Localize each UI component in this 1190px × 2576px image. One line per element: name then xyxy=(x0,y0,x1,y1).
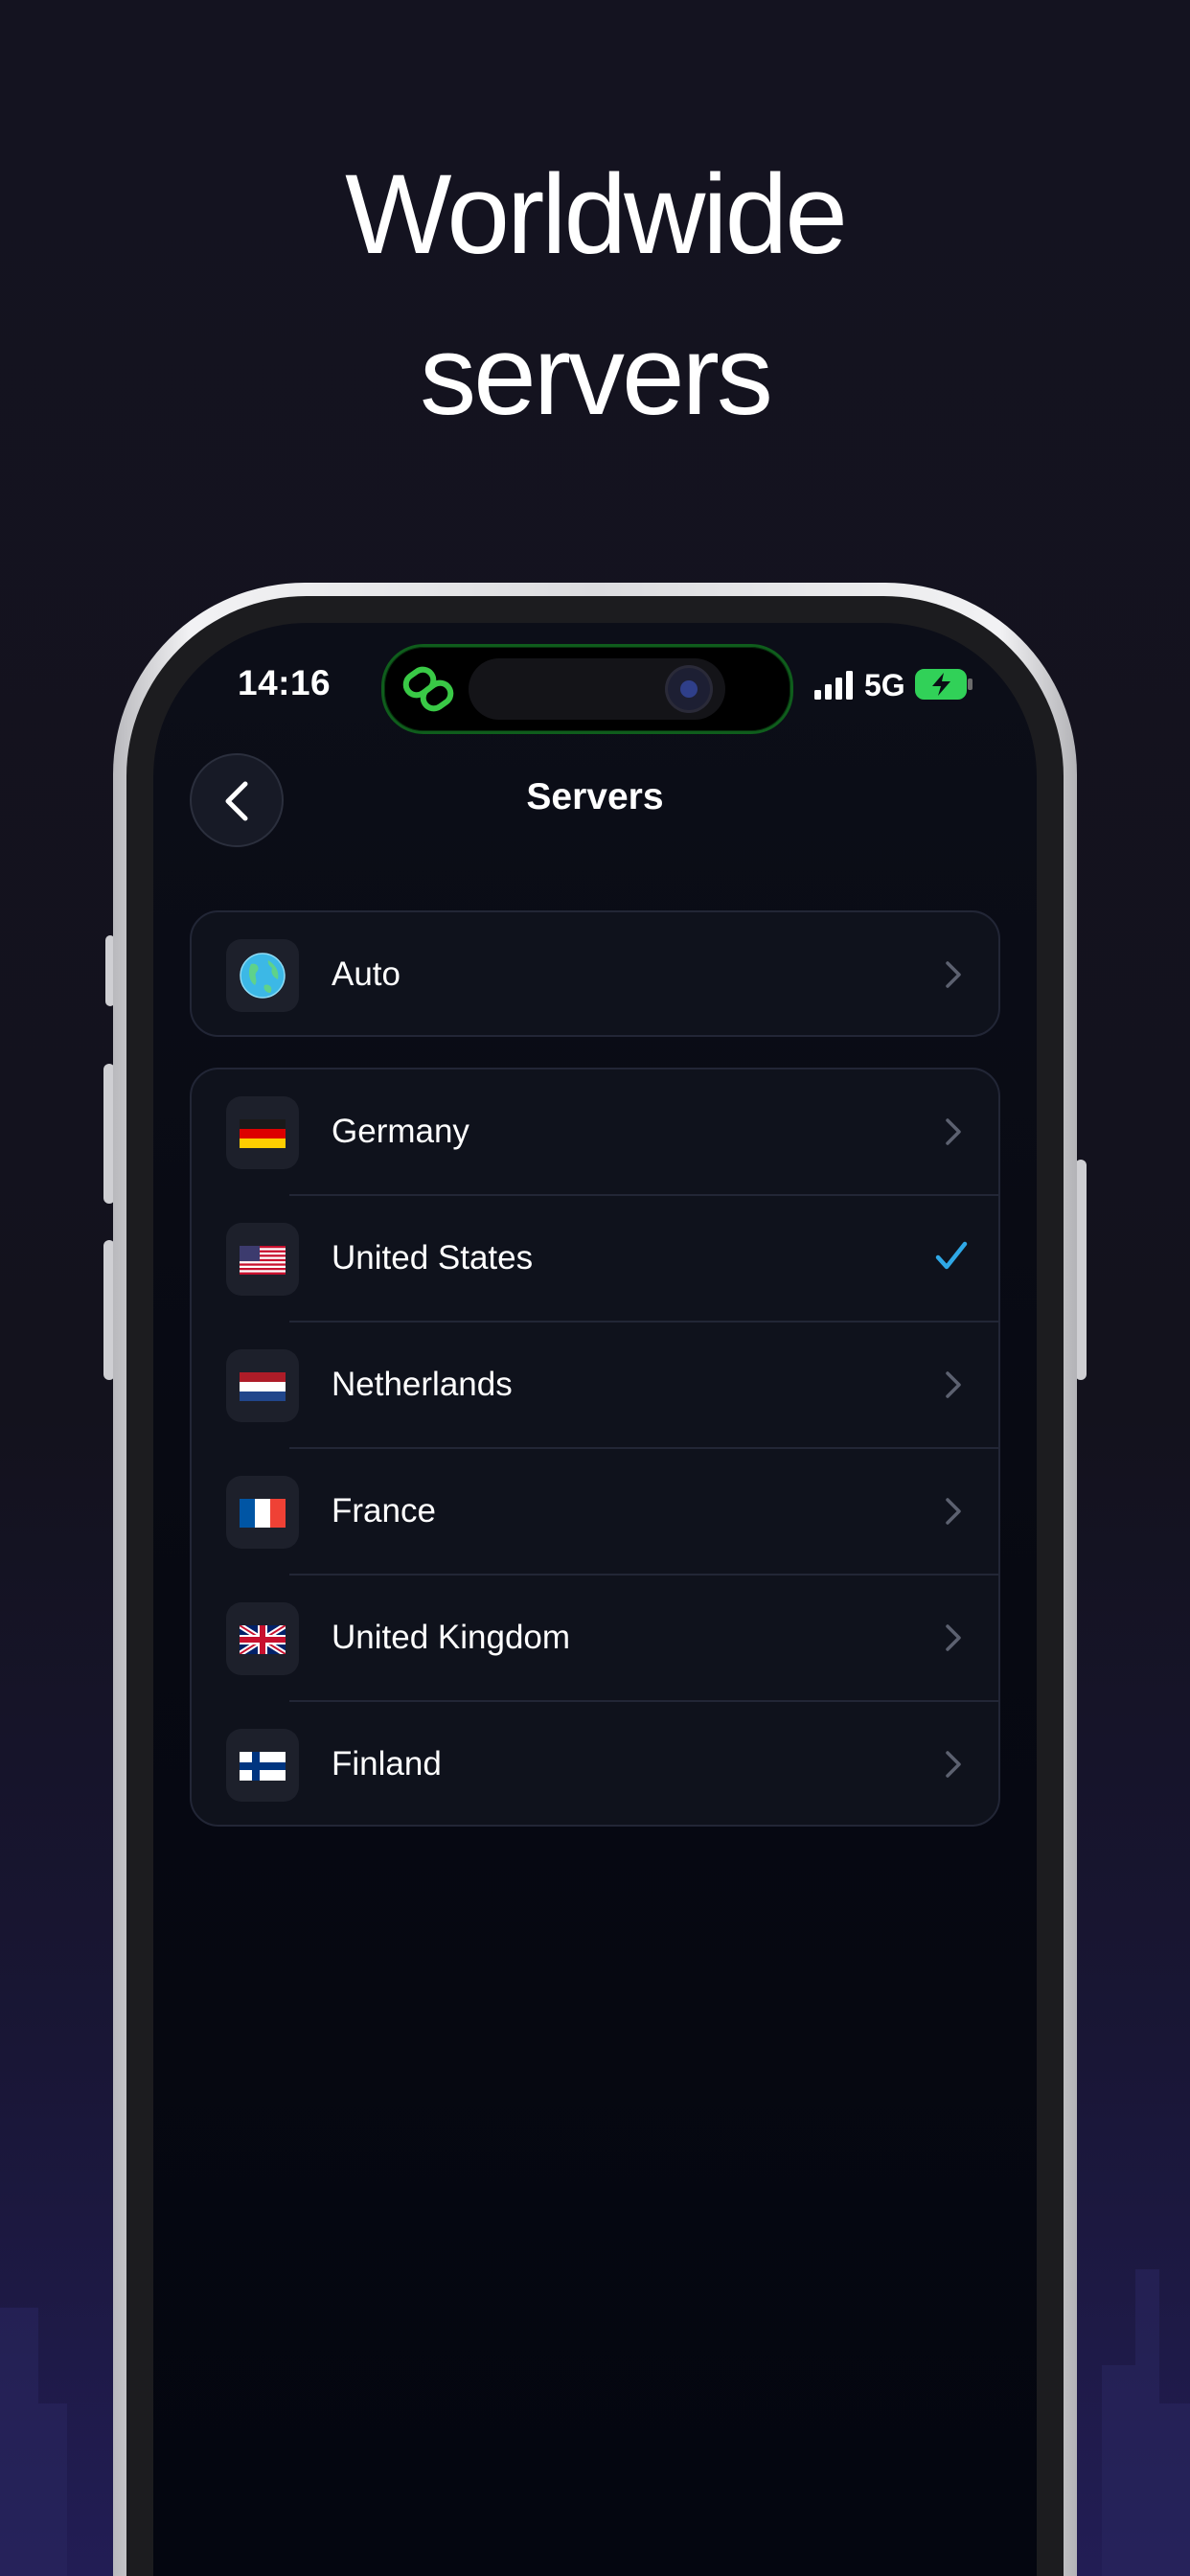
chevron-right-icon xyxy=(946,1498,961,1525)
phone-screen: 14:16 5G Servers Auto Germany United Sta… xyxy=(153,623,1037,2576)
server-row-auto[interactable]: Auto xyxy=(192,912,998,1035)
germany-flag-icon xyxy=(226,1096,299,1169)
status-time: 14:16 xyxy=(238,663,332,702)
server-row-germany[interactable]: Germany xyxy=(192,1070,998,1196)
globe-icon xyxy=(226,939,299,1012)
server-label: United States xyxy=(332,1239,534,1276)
finland-flag-icon xyxy=(226,1729,299,1802)
server-label: Germany xyxy=(332,1113,469,1150)
auto-card: Auto xyxy=(190,910,1000,1037)
server-row-united-kingdom[interactable]: United Kingdom xyxy=(192,1576,998,1702)
server-label: Auto xyxy=(332,955,400,993)
network-type: 5G xyxy=(864,668,905,702)
server-label: United Kingdom xyxy=(332,1619,571,1656)
france-flag-icon xyxy=(226,1476,299,1549)
chevron-right-icon xyxy=(946,961,961,988)
servers-list-card: Germany United States Netherlands France… xyxy=(190,1068,1000,1827)
chevron-right-icon xyxy=(946,1118,961,1145)
headline-line-2: servers xyxy=(420,312,773,439)
united-kingdom-flag-icon xyxy=(226,1602,299,1675)
netherlands-flag-icon xyxy=(226,1349,299,1422)
server-label: France xyxy=(332,1492,436,1530)
link-icon xyxy=(402,666,454,712)
headline-line-1: Worldwide xyxy=(345,151,848,278)
server-row-netherlands[interactable]: Netherlands xyxy=(192,1322,998,1449)
checkmark-icon xyxy=(935,1241,968,1270)
chevron-right-icon xyxy=(946,1371,961,1398)
chevron-right-icon xyxy=(946,1751,961,1778)
page-title: Servers xyxy=(526,776,664,817)
server-label: Netherlands xyxy=(332,1366,513,1403)
server-row-united-states[interactable]: United States xyxy=(192,1196,998,1322)
headline: Worldwide servers xyxy=(0,134,1190,456)
dynamic-island xyxy=(381,644,793,734)
server-row-france[interactable]: France xyxy=(192,1449,998,1576)
battery-charging-icon xyxy=(915,669,973,700)
front-camera xyxy=(668,668,710,710)
server-row-finland[interactable]: Finland xyxy=(192,1702,998,1825)
united-states-flag-icon xyxy=(226,1223,299,1296)
server-label: Finland xyxy=(332,1745,442,1782)
signal-icon xyxy=(814,671,853,700)
phone-frame: 14:16 5G Servers Auto Germany United Sta… xyxy=(113,583,1077,2576)
chevron-right-icon xyxy=(946,1624,961,1651)
